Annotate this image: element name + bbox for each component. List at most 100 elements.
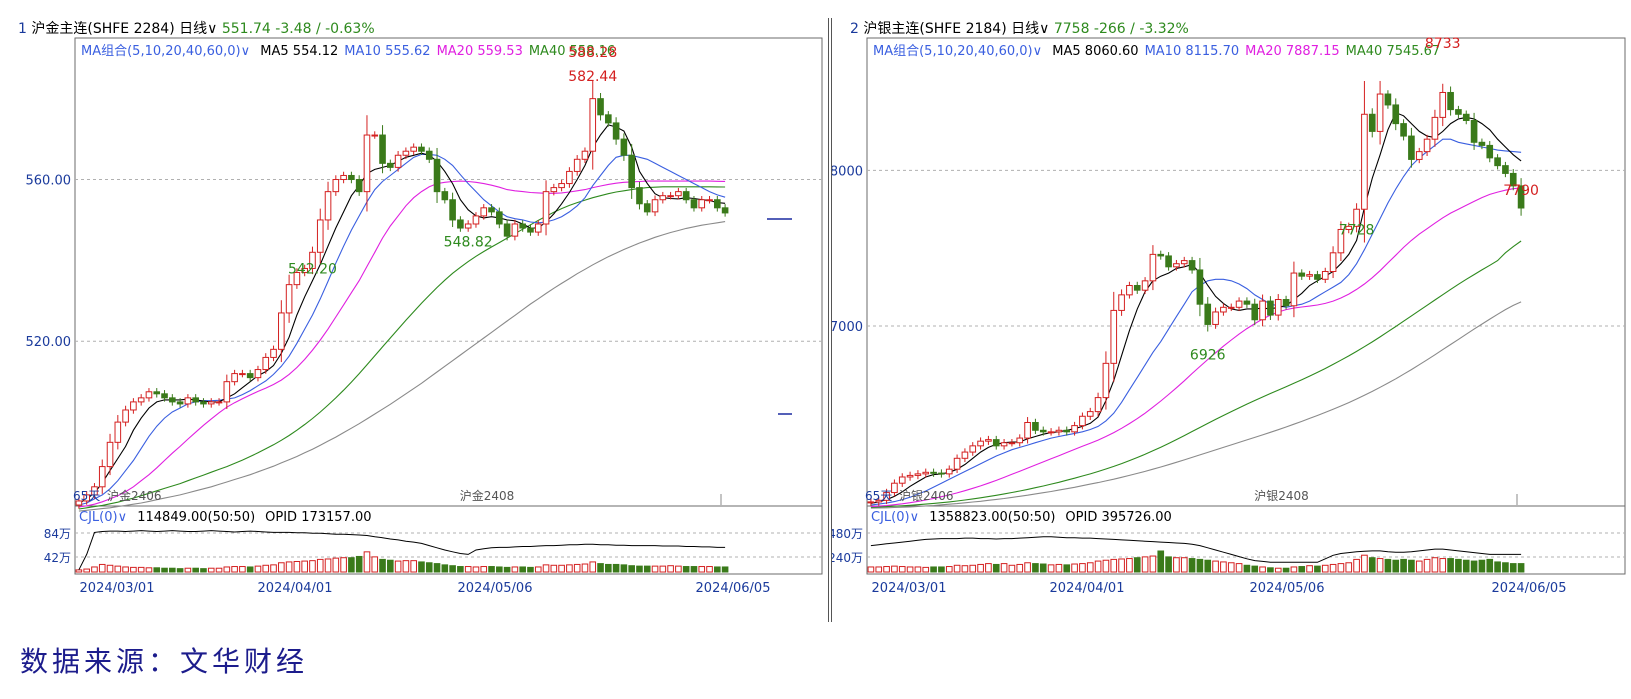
candle[interactable]: [1392, 104, 1400, 125]
candle[interactable]: [480, 207, 488, 217]
candle[interactable]: [636, 187, 643, 205]
candle[interactable]: [1133, 285, 1141, 291]
candle[interactable]: [192, 397, 199, 403]
candle[interactable]: [371, 134, 379, 137]
chevron-down-icon[interactable]: ∨: [118, 510, 132, 525]
candle[interactable]: [316, 219, 324, 253]
candle[interactable]: [977, 440, 984, 447]
candle[interactable]: [1376, 93, 1384, 132]
candle[interactable]: [1439, 91, 1447, 118]
candle[interactable]: [246, 373, 254, 379]
candle[interactable]: [706, 199, 713, 202]
candle[interactable]: [1180, 260, 1188, 265]
candle[interactable]: [721, 207, 729, 214]
candle[interactable]: [1400, 123, 1407, 137]
candle[interactable]: [1259, 300, 1266, 321]
candle[interactable]: [698, 199, 706, 209]
candle[interactable]: [550, 187, 558, 193]
candle[interactable]: [714, 199, 721, 209]
candle[interactable]: [1478, 141, 1486, 146]
candle[interactable]: [945, 468, 953, 475]
candle[interactable]: [690, 199, 698, 209]
candle[interactable]: [1024, 421, 1031, 439]
candle[interactable]: [1047, 431, 1055, 434]
candle[interactable]: [363, 134, 371, 193]
candle[interactable]: [1165, 255, 1172, 268]
candle[interactable]: [643, 203, 651, 213]
candle[interactable]: [387, 162, 394, 168]
candle[interactable]: [1494, 157, 1501, 167]
candle[interactable]: [114, 421, 122, 443]
candle[interactable]: [891, 482, 898, 494]
candle[interactable]: [597, 98, 604, 116]
candle[interactable]: [130, 401, 137, 411]
candle[interactable]: [566, 170, 573, 185]
candle[interactable]: [1462, 113, 1470, 122]
candle[interactable]: [1149, 253, 1157, 282]
candle[interactable]: [985, 439, 992, 442]
cjl-selector[interactable]: CJL(0): [871, 510, 910, 525]
candle[interactable]: [898, 476, 906, 484]
candle[interactable]: [270, 348, 277, 358]
candle[interactable]: [1118, 294, 1125, 311]
candle[interactable]: [231, 373, 238, 383]
candle[interactable]: [1063, 429, 1071, 433]
candle[interactable]: [223, 381, 231, 403]
candle[interactable]: [207, 401, 215, 405]
candle[interactable]: [1447, 91, 1454, 111]
candle[interactable]: [1016, 437, 1024, 444]
candle[interactable]: [675, 191, 682, 197]
candle[interactable]: [1086, 411, 1094, 417]
candle[interactable]: [1000, 442, 1008, 447]
chevron-down-icon[interactable]: ∨: [207, 21, 217, 37]
candle[interactable]: [1204, 303, 1212, 325]
candle[interactable]: [1290, 272, 1298, 307]
candle[interactable]: [169, 397, 176, 403]
candle[interactable]: [605, 114, 612, 124]
candle[interactable]: [254, 369, 262, 379]
candle[interactable]: [145, 391, 153, 399]
candle[interactable]: [441, 191, 449, 201]
candle[interactable]: [628, 154, 635, 189]
candle[interactable]: [200, 401, 207, 405]
candle[interactable]: [581, 150, 589, 160]
candle[interactable]: [527, 227, 534, 233]
period-selector[interactable]: 日线: [1007, 21, 1039, 37]
candle[interactable]: [1039, 429, 1047, 433]
chevron-down-icon[interactable]: ∨: [910, 510, 924, 525]
candle[interactable]: [1173, 263, 1180, 268]
candle[interactable]: [1306, 274, 1313, 277]
chevron-down-icon[interactable]: ∨: [1039, 21, 1049, 37]
candle[interactable]: [511, 223, 519, 237]
candle[interactable]: [503, 223, 511, 237]
candle[interactable]: [449, 199, 456, 221]
candle[interactable]: [324, 191, 332, 221]
candle[interactable]: [1470, 120, 1478, 143]
candle[interactable]: [1008, 442, 1016, 445]
candle[interactable]: [106, 441, 114, 468]
candle[interactable]: [1141, 280, 1149, 291]
candle[interactable]: [969, 445, 977, 453]
candle[interactable]: [464, 223, 472, 229]
candle[interactable]: [496, 211, 503, 225]
candle[interactable]: [332, 179, 340, 193]
candle[interactable]: [410, 146, 417, 152]
candle[interactable]: [1267, 300, 1274, 316]
candle[interactable]: [1329, 252, 1337, 273]
candle[interactable]: [153, 391, 161, 395]
candle[interactable]: [1502, 165, 1509, 174]
candle[interactable]: [1321, 271, 1329, 280]
candle[interactable]: [1110, 309, 1118, 364]
candle[interactable]: [137, 397, 145, 403]
candle[interactable]: [379, 134, 386, 164]
candle[interactable]: [1282, 299, 1290, 307]
candle[interactable]: [1094, 397, 1102, 413]
candle[interactable]: [425, 150, 433, 160]
candle[interactable]: [542, 191, 550, 225]
candle[interactable]: [1408, 135, 1415, 160]
candle[interactable]: [1431, 116, 1439, 140]
candle[interactable]: [1314, 274, 1321, 280]
candle[interactable]: [457, 219, 464, 229]
candle[interactable]: [1102, 362, 1110, 399]
candle[interactable]: [589, 98, 597, 152]
